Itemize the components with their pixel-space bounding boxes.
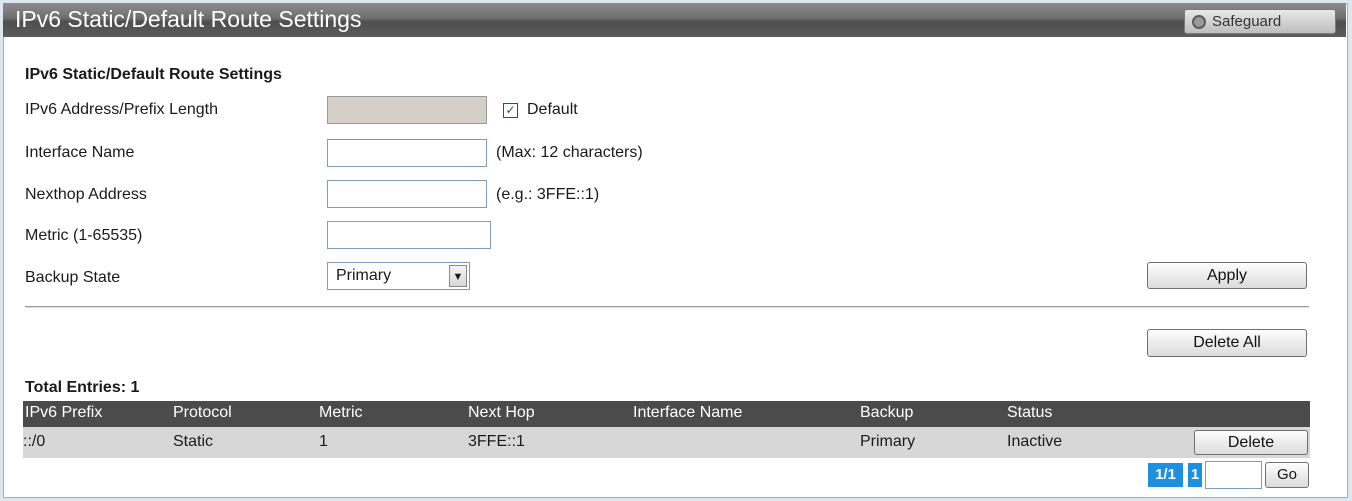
- backup-state-select[interactable]: Primary ▼: [327, 262, 470, 290]
- interface-name-label: Interface Name: [25, 144, 135, 161]
- page-info-badge: 1/1: [1148, 463, 1183, 487]
- safeguard-indicator-icon: [1192, 15, 1206, 29]
- title-bar: IPv6 Static/Default Route Settings Safeg…: [3, 3, 1346, 37]
- column-header-metric: Metric: [319, 404, 363, 421]
- apply-button[interactable]: Apply: [1147, 262, 1307, 289]
- delete-row-button[interactable]: Delete: [1194, 430, 1308, 455]
- section-title: IPv6 Static/Default Route Settings: [25, 66, 282, 83]
- divider: [25, 306, 1309, 308]
- go-button[interactable]: Go: [1265, 462, 1309, 488]
- row-status: Inactive: [1007, 433, 1063, 450]
- backup-state-label: Backup State: [25, 269, 121, 286]
- nexthop-address-label: Nexthop Address: [25, 186, 147, 203]
- safeguard-button[interactable]: Safeguard: [1184, 9, 1336, 34]
- interface-name-hint: (Max: 12 characters): [496, 144, 643, 161]
- chevron-down-icon[interactable]: ▼: [449, 265, 467, 287]
- metric-label: Metric (1-65535): [25, 227, 143, 244]
- table-row: ::/0 Static 1 3FFE::1 Primary Inactive: [23, 427, 1310, 458]
- backup-state-value: Primary: [336, 267, 392, 284]
- row-backup: Primary: [860, 433, 916, 450]
- interface-name-input[interactable]: [327, 139, 487, 167]
- row-protocol: Static: [173, 433, 214, 450]
- row-prefix: ::/0: [23, 433, 46, 450]
- page-jump-input[interactable]: [1205, 461, 1262, 489]
- nexthop-address-input[interactable]: [327, 180, 487, 208]
- column-header-protocol: Protocol: [173, 404, 232, 421]
- column-header-next-hop: Next Hop: [468, 404, 535, 421]
- delete-all-button[interactable]: Delete All: [1147, 329, 1307, 357]
- table-header: IPv6 Prefix Protocol Metric Next Hop Int…: [23, 401, 1310, 427]
- column-header-backup: Backup: [860, 404, 914, 421]
- page-title: IPv6 Static/Default Route Settings: [15, 6, 362, 32]
- nexthop-address-hint: (e.g.: 3FFE::1): [496, 186, 600, 203]
- column-header-interface-name: Interface Name: [633, 404, 743, 421]
- column-header-status: Status: [1007, 404, 1053, 421]
- page-number-link[interactable]: 1: [1188, 463, 1202, 487]
- total-entries: Total Entries: 1: [25, 379, 140, 396]
- default-checkbox[interactable]: ✓: [503, 103, 518, 118]
- row-metric: 1: [319, 433, 328, 450]
- default-checkbox-label: Default: [527, 101, 578, 118]
- prefix-input[interactable]: [327, 96, 487, 124]
- column-header-prefix: IPv6 Prefix: [25, 404, 103, 421]
- prefix-label: IPv6 Address/Prefix Length: [25, 101, 218, 118]
- row-next-hop: 3FFE::1: [468, 433, 525, 450]
- safeguard-label: Safeguard: [1212, 13, 1282, 30]
- metric-input[interactable]: [327, 221, 491, 249]
